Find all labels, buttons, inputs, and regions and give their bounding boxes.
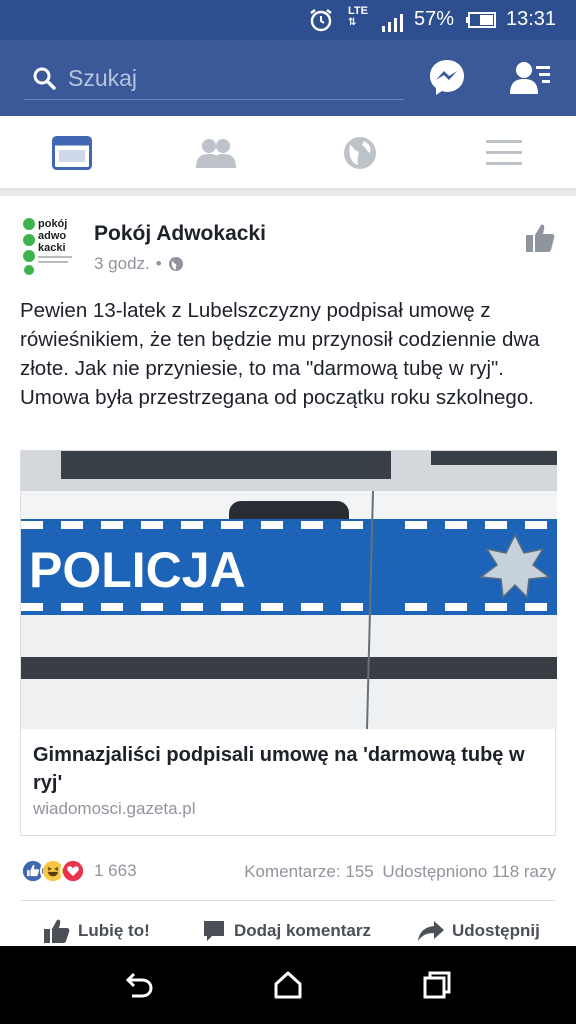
link-preview[interactable]: POLICJA Gimnazjaliści podpisali umowę na… (20, 450, 557, 836)
svg-text:POLICJA: POLICJA (29, 542, 246, 598)
svg-text:pokój: pokój (38, 218, 67, 230)
tab-notifications[interactable] (288, 116, 432, 190)
battery-icon (466, 12, 496, 28)
messenger-icon[interactable] (428, 58, 466, 96)
globe-icon (344, 137, 376, 169)
feed-post: pokój adwo kacki Pokój Adwokacki 3 godz.… (0, 196, 576, 946)
svg-text:kacki: kacki (38, 242, 66, 254)
search-field[interactable] (24, 58, 404, 100)
battery-percent: 57% (414, 8, 455, 30)
share-button[interactable]: Udostępnij (418, 916, 540, 946)
top-bar (0, 40, 576, 116)
system-nav-bar (0, 946, 576, 1024)
shares-count[interactable]: Udostępniono 118 razy (382, 862, 556, 881)
comment-label: Dodaj komentarz (234, 921, 371, 940)
meta-separator: • (155, 254, 162, 273)
comment-icon (204, 921, 224, 941)
status-bar: LTE ⇅ 57% 13:31 (0, 0, 576, 40)
actions-divider (20, 900, 556, 901)
friends-icon (196, 139, 236, 168)
page-name[interactable]: Pokój Adwokacki (94, 222, 266, 246)
reaction-count: 1 663 (94, 861, 137, 880)
link-image: POLICJA (21, 451, 557, 729)
comments-count[interactable]: Komentarze: 155 (244, 862, 373, 881)
post-text: Pewien 13-latek z Lubelszczyzny podpisał… (20, 299, 540, 409)
tab-menu[interactable] (432, 116, 576, 190)
alarm-icon (310, 9, 332, 32)
comment-button[interactable]: Dodaj komentarz (202, 916, 371, 946)
share-icon (418, 921, 444, 941)
news-feed-icon (52, 136, 92, 170)
page-avatar[interactable]: pokój adwo kacki (20, 214, 82, 276)
post-meta: 3 godz. • (94, 254, 184, 274)
link-domain: wiadomosci.gazeta.pl (33, 799, 196, 818)
recents-icon[interactable] (422, 970, 452, 1000)
back-icon[interactable] (124, 970, 154, 1000)
clock: 13:31 (506, 8, 557, 30)
like-label: Lubię to! (78, 921, 150, 940)
menu-icon (486, 140, 522, 165)
post-time[interactable]: 3 godz. (94, 254, 150, 274)
post-stats: Komentarze: 155 Udostępniono 118 razy (240, 862, 556, 882)
public-globe-icon (168, 257, 183, 271)
link-title[interactable]: Gimnazjaliści podpisali umowę na 'darmow… (33, 741, 543, 797)
tab-news-feed[interactable] (0, 116, 144, 190)
signal-icon (382, 14, 403, 32)
search-icon (33, 67, 56, 90)
reactions-summary[interactable]: 1 663 (20, 858, 137, 884)
network-type: LTE ⇅ (348, 5, 368, 29)
search-input[interactable] (68, 62, 388, 94)
like-page-icon[interactable] (524, 222, 556, 254)
share-label: Udostępnij (452, 921, 540, 940)
like-button[interactable]: Lubię to! (44, 916, 150, 946)
tab-bar (0, 116, 576, 190)
friend-requests-icon[interactable] (510, 60, 550, 96)
tab-friends[interactable] (144, 116, 288, 190)
like-icon (44, 919, 70, 943)
love-reaction-icon (60, 858, 86, 884)
svg-text:adwo: adwo (38, 230, 66, 242)
home-icon[interactable] (273, 970, 303, 1000)
